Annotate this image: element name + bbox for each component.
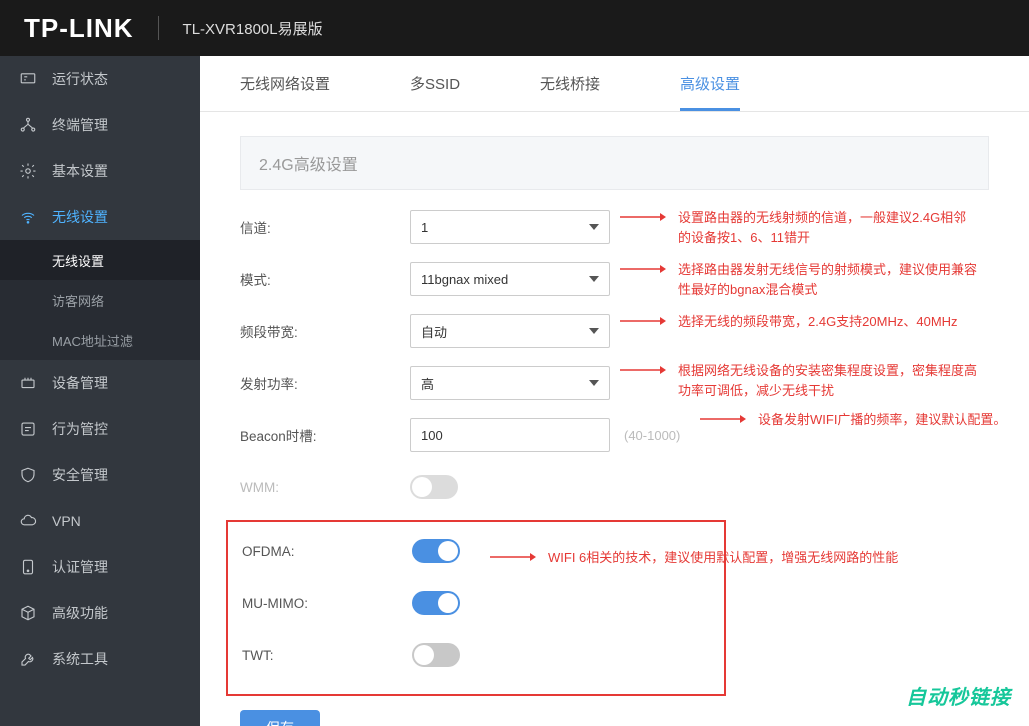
mumimo-label: MU-MIMO: [242,596,412,611]
section-title: 2.4G高级设置 [240,136,989,190]
chevron-down-icon [589,380,599,386]
twt-toggle[interactable] [412,643,460,667]
sidebar-item-label: 安全管理 [52,465,108,485]
shield-icon [18,465,38,485]
device-icon [18,373,38,393]
ofdma-toggle[interactable] [412,539,460,563]
sidebar-sub-wireless-settings[interactable]: 无线设置 [0,240,200,280]
sidebar-item-system[interactable]: 系统工具 [0,636,200,682]
wmm-toggle [410,475,458,499]
sidebar-item-label: 行为管控 [52,419,108,439]
sidebar-item-label: VPN [52,513,81,529]
app-header: TP-LINK TL-XVR1800L易展版 [0,0,1029,56]
txpower-label: 发射功率: [240,373,410,393]
tab-advanced-settings[interactable]: 高级设置 [680,59,740,111]
dashboard-icon [18,69,38,89]
sidebar-item-label: 认证管理 [52,557,108,577]
sidebar-item-vpn[interactable]: VPN [0,498,200,544]
nodes-icon [18,115,38,135]
tab-bar: 无线网络设置 多SSID 无线桥接 高级设置 [200,56,1029,112]
sidebar-item-label: 运行状态 [52,69,108,89]
wifi6-highlight-box: OFDMA: MU-MIMO: TWT: [226,520,726,696]
gear-icon [18,161,38,181]
bandwidth-label: 频段带宽: [240,321,410,341]
wrench-icon [18,649,38,669]
tab-wireless-bridge[interactable]: 无线桥接 [540,59,600,111]
sidebar-item-advanced[interactable]: 高级功能 [0,590,200,636]
tab-multi-ssid[interactable]: 多SSID [410,59,460,111]
sidebar-item-label: 终端管理 [52,115,108,135]
mode-label: 模式: [240,269,410,289]
sidebar-sub-guest-network[interactable]: 访客网络 [0,280,200,320]
chevron-down-icon [589,276,599,282]
auth-icon [18,557,38,577]
cube-icon [18,603,38,623]
tab-wireless-network[interactable]: 无线网络设置 [240,59,330,111]
sidebar-item-status[interactable]: 运行状态 [0,56,200,102]
sidebar-item-security[interactable]: 安全管理 [0,452,200,498]
mode-select[interactable]: 11bgnax mixed [410,262,610,296]
beacon-hint: (40-1000) [624,428,680,443]
ofdma-label: OFDMA: [242,544,412,559]
beacon-input[interactable] [410,418,610,452]
header-divider [158,16,159,40]
watermark: 自动秒链接 [906,681,1011,710]
behavior-icon [18,419,38,439]
wmm-label: WMM: [240,480,410,495]
wifi-icon [18,207,38,227]
main-content: 无线网络设置 多SSID 无线桥接 高级设置 2.4G高级设置 信道: 1 模式… [200,56,1029,726]
twt-label: TWT: [242,648,412,663]
save-button[interactable]: 保存 [240,710,320,726]
brand-logo: TP-LINK [24,13,134,44]
channel-label: 信道: [240,217,410,237]
sidebar-item-label: 系统工具 [52,649,108,669]
sidebar-item-terminals[interactable]: 终端管理 [0,102,200,148]
sidebar-item-wireless[interactable]: 无线设置 [0,194,200,240]
sidebar-item-auth[interactable]: 认证管理 [0,544,200,590]
chevron-down-icon [589,224,599,230]
sidebar-item-behavior[interactable]: 行为管控 [0,406,200,452]
cloud-icon [18,511,38,531]
chevron-down-icon [589,328,599,334]
txpower-select[interactable]: 高 [410,366,610,400]
advanced-form: 信道: 1 模式: 11bgnax mixed 频段带宽: 自动 [200,210,1029,726]
channel-select[interactable]: 1 [410,210,610,244]
sidebar-item-basic[interactable]: 基本设置 [0,148,200,194]
sidebar-item-label: 设备管理 [52,373,108,393]
sidebar-sub-mac-filter[interactable]: MAC地址过滤 [0,320,200,360]
sidebar-item-label: 基本设置 [52,161,108,181]
sidebar-item-label: 无线设置 [52,207,108,227]
bandwidth-select[interactable]: 自动 [410,314,610,348]
beacon-label: Beacon时槽: [240,425,410,445]
sidebar-item-label: 高级功能 [52,603,108,623]
device-model: TL-XVR1800L易展版 [183,18,323,39]
sidebar-item-device[interactable]: 设备管理 [0,360,200,406]
mumimo-toggle[interactable] [412,591,460,615]
sidebar: 运行状态 终端管理 基本设置 无线设置 无线设置 访客网络 MAC地址过滤 设备… [0,56,200,726]
